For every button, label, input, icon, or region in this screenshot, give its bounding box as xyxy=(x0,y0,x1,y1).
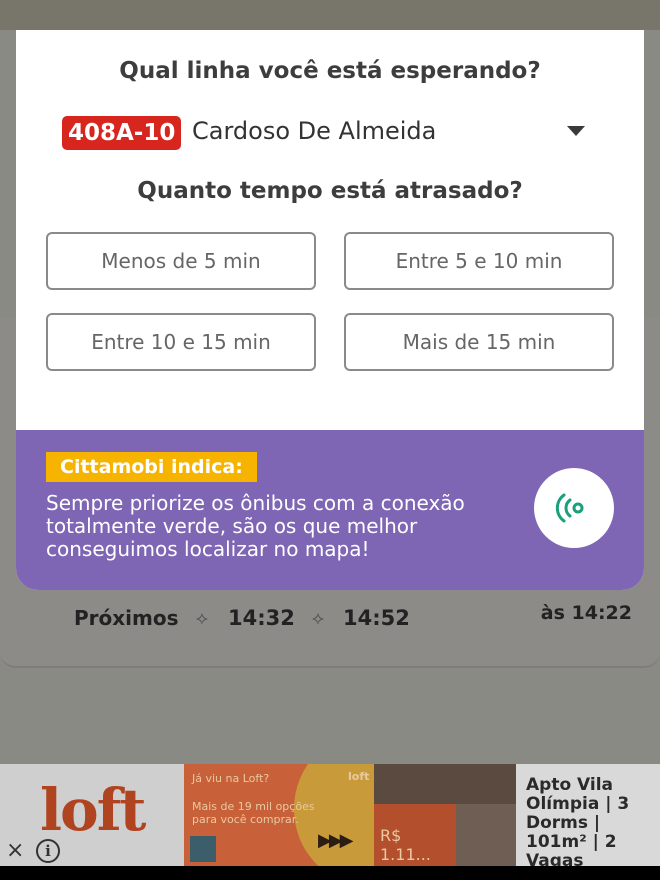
signal-icon xyxy=(555,493,584,523)
next-label: Próximos xyxy=(74,606,179,630)
info-icon[interactable]: i xyxy=(36,839,60,863)
no-signal-icon: ⟡ xyxy=(196,608,208,629)
ad-price-box: R$ 1.11... xyxy=(374,804,456,866)
ad-brand-small: loft xyxy=(348,770,370,783)
chevron-down-icon[interactable] xyxy=(567,126,585,136)
ad-banner[interactable]: loft × i Já viu na Loft? loft Mais de 19… xyxy=(0,764,660,871)
no-signal-icon: ⟡ xyxy=(312,608,324,629)
ad-subtitle: Mais de 19 mil opções para você comprar. xyxy=(192,800,315,826)
ad-creative[interactable]: Já viu na Loft? loft Mais de 19 mil opçõ… xyxy=(184,764,374,866)
background-header xyxy=(0,0,660,30)
signal-icon-badge xyxy=(534,468,614,548)
ad-logo-area[interactable]: loft × i xyxy=(0,764,184,866)
departure-time-1: 14:32 xyxy=(228,606,295,630)
system-nav-bar xyxy=(0,866,660,880)
delay-question: Quanto tempo está atrasado? xyxy=(137,178,523,204)
apartment-photo-detail xyxy=(456,804,516,866)
option-more-than-15-button[interactable]: Mais de 15 min xyxy=(344,313,614,371)
current-time: às 14:22 xyxy=(540,602,632,624)
close-icon[interactable]: × xyxy=(6,838,24,863)
loft-logo: loft xyxy=(40,776,146,844)
apartment-photo xyxy=(374,764,516,804)
next-departures-row: Próximos ⟡ 14:32 ⟡ 14:52 às 14:22 xyxy=(0,600,660,640)
line-badge: 408A-10 xyxy=(62,116,182,150)
ad-price: R$ 1.11... xyxy=(380,826,431,864)
line-question: Qual linha você está esperando? xyxy=(119,58,541,84)
tip-tag: Cittamobi indica: xyxy=(46,452,257,482)
option-less-than-5-button[interactable]: Menos de 5 min xyxy=(46,232,316,290)
line-name: Cardoso De Almeida xyxy=(192,117,437,145)
arrows-icon: ▶▶▶ xyxy=(318,830,353,851)
ad-tagline: Já viu na Loft? xyxy=(192,772,270,785)
option-10-to-15-button[interactable]: Entre 10 e 15 min xyxy=(46,313,316,371)
delay-report-modal: Qual linha você está esperando? 408A-10 … xyxy=(16,30,644,590)
ad-description[interactable]: Apto Vila Olímpia | 3 Dorms | 101m² | 2 … xyxy=(526,776,656,871)
departure-time-2: 14:52 xyxy=(343,606,410,630)
mosaic-icon xyxy=(190,836,216,862)
tip-text: Sempre priorize os ônibus com a conexão … xyxy=(46,491,465,561)
tip-panel: Cittamobi indica: Sempre priorize os ôni… xyxy=(16,430,644,590)
line-dropdown[interactable]: 408A-10 Cardoso De Almeida xyxy=(62,114,602,154)
option-5-to-10-button[interactable]: Entre 5 e 10 min xyxy=(344,232,614,290)
